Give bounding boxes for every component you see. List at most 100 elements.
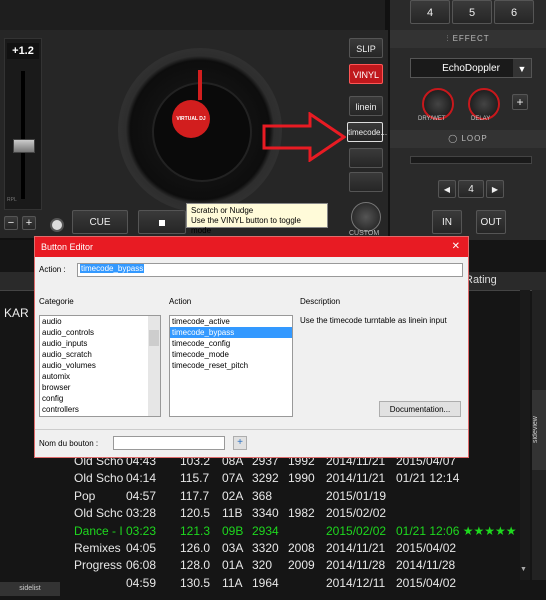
cell-genre: Progress — [74, 558, 123, 573]
pitch-fader-track[interactable] — [21, 71, 25, 199]
cell-bpm: 128.0 — [180, 558, 211, 573]
categorie-item[interactable]: audio_volumes — [40, 360, 160, 371]
categorie-item[interactable]: controllers — [40, 404, 160, 415]
categorie-scroll-thumb[interactable] — [149, 330, 159, 346]
categorie-item[interactable]: audio_controls — [40, 327, 160, 338]
action-list[interactable]: timecode_active timecode_bypass timecode_c… — [169, 315, 293, 417]
close-icon[interactable]: ✕ — [452, 237, 460, 257]
loop-out-button[interactable]: OUT — [476, 210, 506, 234]
loop-progress-bar — [410, 156, 532, 164]
pitch-fader-handle[interactable] — [13, 139, 35, 153]
cell-num: 368 — [252, 488, 273, 503]
hotcue-button-5[interactable]: 5 — [452, 0, 492, 24]
rating-column-header[interactable]: Rating — [465, 274, 497, 286]
categorie-item[interactable]: config — [40, 393, 160, 404]
loop-header-label: LOOP — [461, 134, 488, 143]
chevron-down-icon[interactable]: ▼ — [513, 59, 531, 77]
action-item[interactable]: timecode_reset_pitch — [170, 360, 292, 371]
dry-wet-label: DRY/WET — [418, 116, 446, 122]
loop-section-header: ◯ LOOP — [390, 130, 546, 148]
loop-size-value: 4 — [458, 180, 484, 198]
tooltip-line-2: Use the VINYL button to toggle mode — [191, 216, 301, 235]
loop-decrease-button[interactable]: ◀ — [438, 180, 456, 198]
cell-key: 11A — [222, 575, 243, 590]
stop-icon — [159, 220, 165, 226]
cell-num: 320 — [252, 558, 273, 573]
categorie-item[interactable]: automix — [40, 371, 160, 382]
effect-section-header: ⫶ EFFECT — [390, 30, 546, 48]
cell-bpm: 120.5 — [180, 506, 211, 521]
timecode-button[interactable]: timecode... — [347, 122, 387, 142]
categorie-item[interactable]: audio_inputs — [40, 338, 160, 349]
kar-text: KAR — [4, 306, 29, 320]
slip-button[interactable]: SLIP — [349, 38, 383, 58]
cell-time: 04:59 — [126, 575, 157, 590]
cell-time: 04:14 — [126, 471, 157, 486]
cell-date2: 2014/11/28 — [396, 558, 456, 573]
sideview-tab[interactable]: sideview — [532, 290, 546, 580]
cell-date2: 2015/04/02 — [396, 541, 457, 555]
empty-slot-button-1[interactable] — [349, 148, 383, 168]
tooltip-line-1: Scratch or Nudge — [191, 206, 254, 215]
sideview-label: sideview — [532, 390, 546, 470]
loop-in-button[interactable]: IN — [432, 210, 462, 234]
action-label: Action : — [39, 265, 66, 274]
cue-button[interactable]: CUE — [72, 210, 128, 234]
dialog-divider — [35, 429, 468, 430]
action-item[interactable]: timecode_mode — [170, 349, 292, 360]
loop-icon: ◯ — [448, 134, 462, 143]
cell-genre: Old Scho — [74, 471, 124, 486]
cell-date2: 01/21 12:14 — [396, 471, 460, 486]
button-editor-dialog: Button Editor ✕ Action : timecode_bypass… — [34, 236, 469, 458]
cell-date1: 2014/11/21 — [326, 541, 386, 555]
custom-knob[interactable] — [351, 202, 381, 232]
documentation-button[interactable]: Documentation... — [379, 401, 461, 417]
effect-select[interactable]: EchoDoppler ▼ — [410, 58, 532, 78]
platter-position-marker — [198, 70, 202, 100]
empty-slot-button-2[interactable] — [349, 172, 383, 192]
hotcue-button-4[interactable]: 4 — [410, 0, 450, 24]
pitch-section: +1.2 RPL — [4, 38, 42, 210]
cell-time: 03:23 — [126, 523, 157, 538]
categorie-list[interactable]: audio audio_controls audio_inputs audio_scr… — [39, 315, 161, 417]
pitch-plus-button[interactable]: + — [22, 216, 36, 230]
categorie-item[interactable]: browser — [40, 382, 160, 393]
action-input[interactable]: timecode_bypass — [77, 263, 463, 277]
action-item[interactable]: timecode_bypass — [170, 327, 292, 338]
categorie-item[interactable]: audio — [40, 316, 160, 327]
hotcue-button-6[interactable]: 6 — [494, 0, 534, 24]
add-effect-button[interactable]: + — [512, 94, 528, 110]
cell-time: 06:08 — [126, 558, 157, 573]
pitch-value: +1.2 — [7, 43, 39, 59]
add-name-button[interactable]: + — [233, 436, 247, 450]
vinyl-button[interactable]: VINYL — [349, 64, 383, 84]
pitch-minus-button[interactable]: − — [4, 216, 18, 230]
cell-date1: 2014/12/11 — [326, 575, 386, 590]
key-lock-icon[interactable] — [50, 218, 64, 232]
browser-scrollbar[interactable] — [520, 290, 530, 580]
cell-genre: Remixes — [74, 541, 121, 555]
chevron-left-icon: ◀ — [443, 185, 451, 194]
categorie-item[interactable]: audio_scratch — [40, 349, 160, 360]
cell-bpm: 130.5 — [180, 575, 211, 590]
action-item[interactable]: timecode_active — [170, 316, 292, 327]
cell-time: 04:57 — [126, 488, 157, 503]
pitch-tiny-label: RPL — [7, 197, 17, 203]
name-input[interactable] — [113, 436, 225, 450]
cell-date1: 2015/02/02 — [326, 506, 387, 521]
categorie-scrollbar[interactable] — [148, 316, 160, 416]
scroll-down-icon[interactable]: ▼ — [520, 566, 530, 576]
deck-top-bar — [0, 0, 385, 31]
cell-genre: Old Schc — [74, 506, 123, 521]
stop-button[interactable] — [138, 210, 186, 234]
cell-key: 07A — [222, 471, 244, 486]
loop-increase-button[interactable]: ▶ — [486, 180, 504, 198]
cell-genre: Dance - I — [74, 523, 123, 538]
sidelist-tab[interactable]: sidelist — [0, 582, 60, 596]
linein-button[interactable]: linein — [349, 96, 383, 116]
cell-key: 02A — [222, 488, 244, 503]
action-input-value: timecode_bypass — [80, 264, 145, 273]
cell-time: 04:05 — [126, 541, 157, 555]
cell-key: 11B — [222, 506, 243, 521]
action-item[interactable]: timecode_config — [170, 338, 292, 349]
